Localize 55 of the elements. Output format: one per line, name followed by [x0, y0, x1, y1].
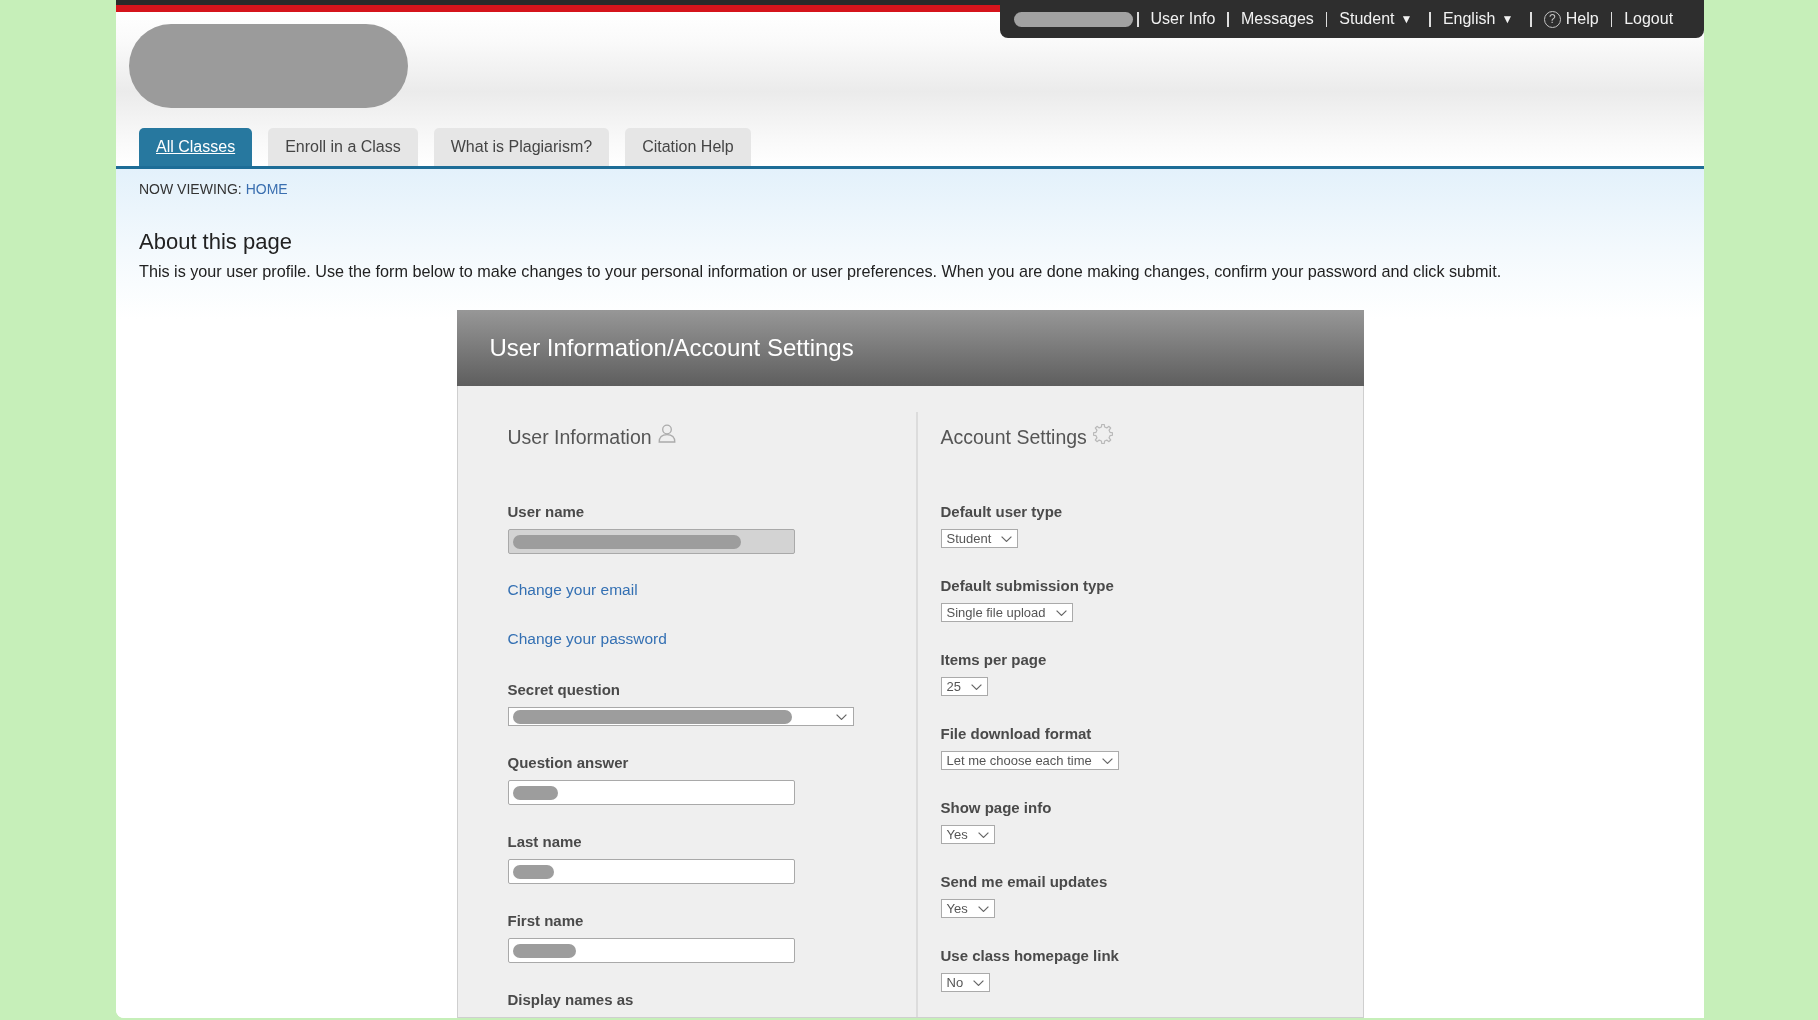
person-icon	[657, 423, 676, 443]
field-label: Default submission type	[940, 577, 1115, 595]
text-link[interactable]: Change your email	[507, 579, 638, 601]
field-label: Items per page	[940, 651, 1048, 669]
card-title: User Information/Account Settings	[489, 333, 854, 363]
dropdown[interactable]: Yes	[940, 899, 995, 918]
chevron-down-icon	[1001, 535, 1013, 542]
nav-tab[interactable]: All Classes	[139, 128, 253, 166]
nav-tab[interactable]: What is Plagiarism?	[433, 128, 610, 166]
gear-icon	[1092, 424, 1113, 444]
help-link[interactable]: ? Help	[1543, 9, 1599, 29]
chevron-down-icon	[835, 713, 847, 720]
caret-icon: ▼	[1400, 9, 1413, 29]
field-label: Default user type	[940, 503, 1064, 521]
field-label: Question answer	[507, 754, 630, 772]
chevron-down-icon	[977, 831, 989, 838]
field-label: File download format	[940, 725, 1093, 743]
field-label: User name	[507, 503, 586, 521]
dropdown[interactable]: 25	[940, 677, 988, 696]
text-link[interactable]: Change your password	[507, 628, 667, 650]
field-label: Show page info	[940, 799, 1053, 817]
field-label: Use class homepage link	[940, 947, 1120, 965]
nav-tab[interactable]: Enroll in a Class	[268, 128, 418, 166]
section-heading: User Information	[507, 425, 652, 449]
chevron-down-icon	[1055, 609, 1067, 616]
field-label: First name	[507, 912, 585, 930]
dropdown[interactable]	[507, 707, 854, 726]
chevron-down-icon	[1101, 757, 1113, 764]
nav-link[interactable]: User Info	[1150, 9, 1216, 29]
dropdown[interactable]: No	[940, 973, 991, 992]
nav-link[interactable]: Messages	[1240, 9, 1314, 29]
page-heading: About this page	[139, 229, 293, 255]
breadcrumb-link[interactable]: HOME	[245, 181, 288, 198]
menu-dropdown[interactable]: Student ▼	[1339, 9, 1418, 29]
page-description: This is your user profile. Use the form below to make changes to your personal information or user preferences. When you are done making changes, confirm your password and click submit.	[139, 262, 1503, 281]
dropdown[interactable]: Single file upload	[940, 603, 1073, 622]
chevron-down-icon	[970, 683, 982, 690]
nav-tab[interactable]: Citation Help	[625, 128, 751, 166]
field-label: Last name	[507, 833, 583, 851]
nav-link[interactable]: Logout	[1624, 9, 1674, 29]
chevron-down-icon	[977, 905, 989, 912]
text-field[interactable]	[507, 859, 795, 884]
field-label: Secret question	[507, 681, 622, 699]
breadcrumb-label: NOW VIEWING:	[139, 181, 242, 198]
dropdown[interactable]: Yes	[940, 825, 995, 844]
field-label: Send me email updates	[940, 873, 1109, 891]
dropdown[interactable]: Let me choose each time	[940, 751, 1119, 770]
menu-dropdown[interactable]: English ▼	[1442, 9, 1519, 29]
text-field[interactable]	[507, 938, 795, 963]
chevron-down-icon	[973, 979, 985, 986]
section-heading: Account Settings	[940, 425, 1087, 449]
dropdown[interactable]: Student	[940, 529, 1019, 548]
text-field[interactable]	[507, 780, 795, 805]
field-label: Display names as	[507, 991, 635, 1009]
caret-icon: ▼	[1501, 9, 1514, 29]
